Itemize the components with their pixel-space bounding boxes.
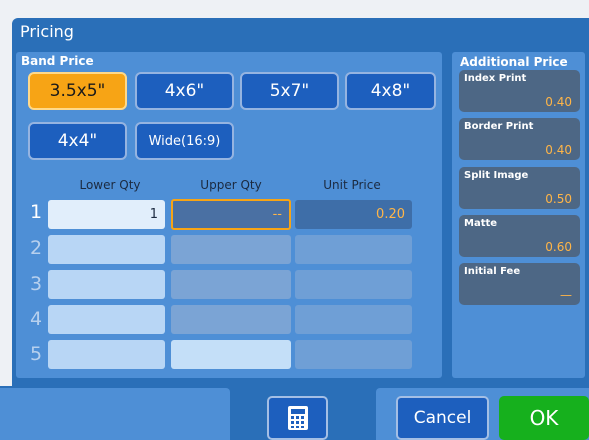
index-print-label: Index Print bbox=[464, 73, 527, 84]
ok-button[interactable]: OK bbox=[499, 396, 589, 440]
unit-price-header: Unit Price bbox=[323, 178, 381, 192]
initial-fee-value: — bbox=[560, 288, 572, 302]
border-print-value: 0.40 bbox=[545, 143, 572, 157]
row-number: 3 bbox=[30, 273, 43, 295]
upper-qty-input[interactable] bbox=[171, 340, 291, 369]
matte-field[interactable]: Matte 0.60 bbox=[459, 215, 580, 257]
size-4x6-button[interactable]: 4x6" bbox=[135, 72, 234, 110]
size-3-5x5-button[interactable]: 3.5x5" bbox=[28, 72, 127, 110]
index-print-value: 0.40 bbox=[545, 95, 572, 109]
size-4x4-button[interactable]: 4x4" bbox=[28, 122, 127, 160]
unit-price-input[interactable] bbox=[295, 340, 412, 369]
border-print-field[interactable]: Border Print 0.40 bbox=[459, 118, 580, 160]
lower-qty-input[interactable]: 1 bbox=[48, 200, 165, 229]
lower-qty-input[interactable] bbox=[48, 340, 165, 369]
upper-qty-input[interactable] bbox=[171, 270, 291, 299]
lower-qty-input[interactable] bbox=[48, 235, 165, 264]
unit-price-input[interactable]: 0.20 bbox=[295, 200, 412, 229]
size-wide-button[interactable]: Wide(16:9) bbox=[135, 122, 234, 160]
upper-qty-input[interactable]: -- bbox=[171, 199, 291, 230]
matte-label: Matte bbox=[464, 218, 498, 229]
lower-qty-input[interactable] bbox=[48, 305, 165, 334]
calculator-icon bbox=[287, 406, 308, 430]
border-print-label: Border Print bbox=[464, 121, 534, 132]
split-image-label: Split Image bbox=[464, 170, 529, 181]
index-print-field[interactable]: Index Print 0.40 bbox=[459, 70, 580, 112]
split-image-field[interactable]: Split Image 0.50 bbox=[459, 167, 580, 209]
lower-qty-input[interactable] bbox=[48, 270, 165, 299]
unit-price-input[interactable] bbox=[295, 270, 412, 299]
window-title: Pricing bbox=[20, 22, 74, 41]
band-price-label: Band Price bbox=[21, 54, 94, 68]
calculator-button[interactable] bbox=[267, 396, 328, 440]
cancel-button[interactable]: Cancel bbox=[396, 396, 489, 440]
initial-fee-label: Initial Fee bbox=[464, 266, 521, 277]
upper-qty-input[interactable] bbox=[171, 305, 291, 334]
size-5x7-button[interactable]: 5x7" bbox=[240, 72, 339, 110]
lower-qty-header: Lower Qty bbox=[79, 178, 141, 192]
unit-price-input[interactable] bbox=[295, 305, 412, 334]
row-number: 4 bbox=[30, 308, 43, 330]
row-number: 5 bbox=[30, 343, 43, 365]
row-number: 2 bbox=[30, 237, 43, 259]
row-number: 1 bbox=[30, 201, 43, 223]
upper-qty-input[interactable] bbox=[171, 235, 291, 264]
matte-value: 0.60 bbox=[545, 240, 572, 254]
split-image-value: 0.50 bbox=[545, 192, 572, 206]
initial-fee-field[interactable]: Initial Fee — bbox=[459, 263, 580, 305]
size-4x8-button[interactable]: 4x8" bbox=[345, 72, 436, 110]
upper-qty-header: Upper Qty bbox=[200, 178, 262, 192]
additional-price-label: Additional Price bbox=[460, 55, 568, 69]
bottom-left-panel bbox=[0, 388, 230, 440]
unit-price-input[interactable] bbox=[295, 235, 412, 264]
